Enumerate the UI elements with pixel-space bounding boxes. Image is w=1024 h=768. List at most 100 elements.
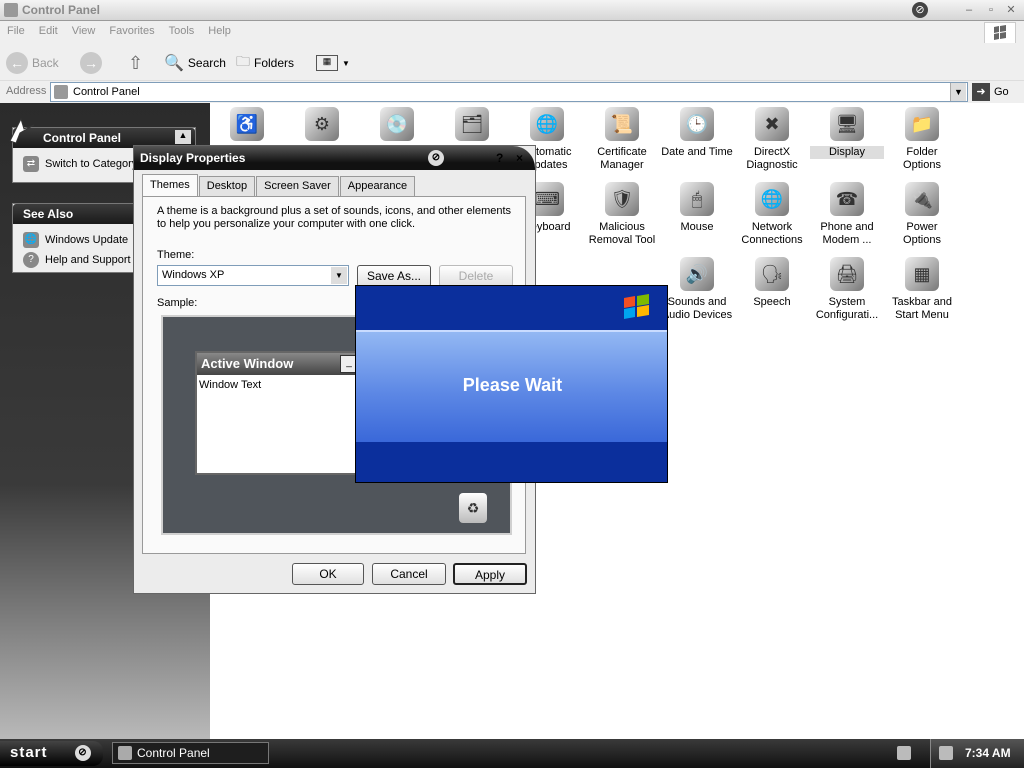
cp-item-phone-and-modem[interactable]: ☎ Phone and Modem ... <box>810 182 884 247</box>
malicious-removal-tool-icon: 🛡 <box>605 182 639 216</box>
control-panel-icon <box>54 85 68 99</box>
taskbar: start ⊘ Control Panel 7:34 AM <box>0 739 1024 768</box>
folders-icon: 🗀 <box>236 53 250 69</box>
tray-keyboard-icon[interactable] <box>897 746 911 760</box>
cp-item-directx-diagnostic[interactable]: ✖ DirectX Diagnostic <box>735 107 809 172</box>
theme-icon[interactable]: ⊘ <box>912 2 928 18</box>
folders-button[interactable]: 🗀 Folders <box>236 51 294 75</box>
tray-network-icon[interactable] <box>939 746 953 760</box>
window-title: Control Panel <box>22 3 101 17</box>
cp-item-label: Date and Time <box>661 146 733 158</box>
cp-item-label: Phone and Modem ... <box>820 221 874 246</box>
cp-item-system-configurati[interactable]: 🖨 System Configurati... <box>810 257 884 322</box>
display-icon: 🖥 <box>830 107 864 141</box>
save-as-button[interactable]: Save As... <box>357 265 431 287</box>
help-button[interactable]: ? <box>496 151 503 165</box>
start-logo-icon: ⊘ <box>75 745 91 761</box>
cp-item-malicious-removal-tool[interactable]: 🛡 Malicious Removal Tool <box>585 182 659 247</box>
menu-bar: File Edit View Favorites Tools Help <box>0 21 1024 43</box>
phone-and-modem-icon: ☎ <box>830 182 864 216</box>
cp-item-sounds-and-audio-devices[interactable]: 🔊 Sounds and Audio Devices <box>660 257 734 322</box>
windows-flag-icon <box>620 292 654 322</box>
up-folder-button[interactable]: ⇧ <box>128 51 143 75</box>
please-wait-dialog: Please Wait <box>355 285 668 483</box>
cp-item-speech[interactable]: 🗣 Speech <box>735 257 809 309</box>
address-dropdown-button[interactable]: ▼ <box>950 83 966 101</box>
cp-item-taskbar-and-start-menu[interactable]: ▦ Taskbar and Start Menu <box>885 257 959 322</box>
menu-tools[interactable]: Tools <box>162 21 202 41</box>
search-button[interactable]: 🔍 Search <box>164 51 226 75</box>
cp-item-label: Malicious Removal Tool <box>588 221 656 246</box>
close-button[interactable]: ✕ <box>1002 2 1020 18</box>
network-connections-icon: 🌐 <box>755 182 789 216</box>
ok-button[interactable]: OK <box>292 563 364 585</box>
help-icon: ? <box>23 252 39 268</box>
cp-item-label: System Configurati... <box>815 296 879 321</box>
taskbar-item-control-panel[interactable]: Control Panel <box>112 742 269 764</box>
cp-item-item-1[interactable]: ⚙ <box>285 107 359 146</box>
forward-button[interactable]: → <box>80 51 102 75</box>
tab-strip: Themes Desktop Screen Saver Appearance <box>142 174 416 196</box>
maximize-button[interactable]: ▫ <box>982 2 1000 18</box>
apply-button[interactable]: Apply <box>453 563 527 585</box>
cp-item-power-options[interactable]: 🔌 Power Options <box>885 182 959 247</box>
tab-desktop[interactable]: Desktop <box>198 176 256 196</box>
cp-item-folder-options[interactable]: 📁 Folder Options <box>885 107 959 172</box>
item-1-icon: ⚙ <box>305 107 339 141</box>
taskbar-and-start-menu-icon: ▦ <box>905 257 939 291</box>
sample-window-text: Window Text <box>199 379 262 391</box>
date-and-time-icon: 🕒 <box>680 107 714 141</box>
theme-label: Theme: <box>157 249 195 261</box>
cp-item-date-and-time[interactable]: 🕒 Date and Time <box>660 107 734 159</box>
switch-view-icon: ⇄ <box>23 156 39 172</box>
cp-item-mouse[interactable]: 🖱 Mouse <box>660 182 734 234</box>
menu-help[interactable]: Help <box>201 21 238 41</box>
speech-icon: 🗣 <box>755 257 789 291</box>
folder-options-icon: 📁 <box>905 107 939 141</box>
tab-screen-saver[interactable]: Screen Saver <box>256 176 339 196</box>
minimize-button[interactable]: – <box>960 2 978 18</box>
dialog-titlebar: Display Properties ⊘ <box>134 146 535 170</box>
forward-arrow-icon: → <box>80 52 102 74</box>
automatic-updates-icon: 🌐 <box>530 107 564 141</box>
go-button[interactable]: ➜ Go <box>972 83 1009 101</box>
cp-item-item-3[interactable]: 🗂 <box>435 107 509 146</box>
windows-logo-icon <box>984 22 1016 44</box>
cp-item-network-connections[interactable]: 🌐 Network Connections <box>735 182 809 247</box>
back-button[interactable]: ← Back <box>6 51 59 75</box>
start-button[interactable]: start ⊘ <box>0 741 103 766</box>
cp-item-item-0[interactable]: ♿ <box>210 107 284 146</box>
theme-icon[interactable]: ⊘ <box>428 150 444 166</box>
chevron-down-icon: ▼ <box>331 267 347 284</box>
cancel-button[interactable]: Cancel <box>372 563 446 585</box>
certificate-manager-icon: 📜 <box>605 107 639 141</box>
tray-clock[interactable]: 7:34 AM <box>965 746 1011 760</box>
search-icon: 🔍 <box>164 55 184 72</box>
tab-themes[interactable]: Themes <box>142 174 198 196</box>
tab-appearance[interactable]: Appearance <box>339 176 416 196</box>
collapse-icon[interactable]: ▲ <box>175 130 191 144</box>
views-button[interactable]: ▦ ▼ <box>316 51 350 75</box>
recycle-bin-icon: ♻ <box>459 493 487 523</box>
system-tray: 7:34 AM <box>930 739 1024 768</box>
menu-edit[interactable]: Edit <box>32 21 65 41</box>
window-titlebar: Control Panel ⊘ – ▫ ✕ <box>0 0 1024 21</box>
delete-button[interactable]: Delete <box>439 265 513 287</box>
menu-favorites[interactable]: Favorites <box>102 21 161 41</box>
cp-item-display[interactable]: 🖥 Display <box>810 107 884 159</box>
back-arrow-icon: ← <box>6 52 28 74</box>
cp-item-label: Display <box>810 146 884 159</box>
item-3-icon: 🗂 <box>455 107 489 141</box>
dialog-close-button[interactable]: × <box>516 151 523 165</box>
control-panel-icon <box>118 746 132 760</box>
chevron-down-icon: ▼ <box>342 58 350 68</box>
cp-item-label: Sounds and Audio Devices <box>661 296 733 321</box>
menu-view[interactable]: View <box>65 21 103 41</box>
toolbar: ← Back → ⇧ 🔍 Search 🗀 Folders ▦ ▼ <box>0 43 1024 81</box>
cp-item-item-2[interactable]: 💿 <box>360 107 434 146</box>
sample-label: Sample: <box>157 297 198 309</box>
menu-file[interactable]: File <box>0 21 32 41</box>
address-input[interactable]: Control Panel <box>50 82 968 102</box>
theme-select[interactable]: Windows XP ▼ <box>157 265 349 286</box>
cp-item-certificate-manager[interactable]: 📜 Certificate Manager <box>585 107 659 172</box>
